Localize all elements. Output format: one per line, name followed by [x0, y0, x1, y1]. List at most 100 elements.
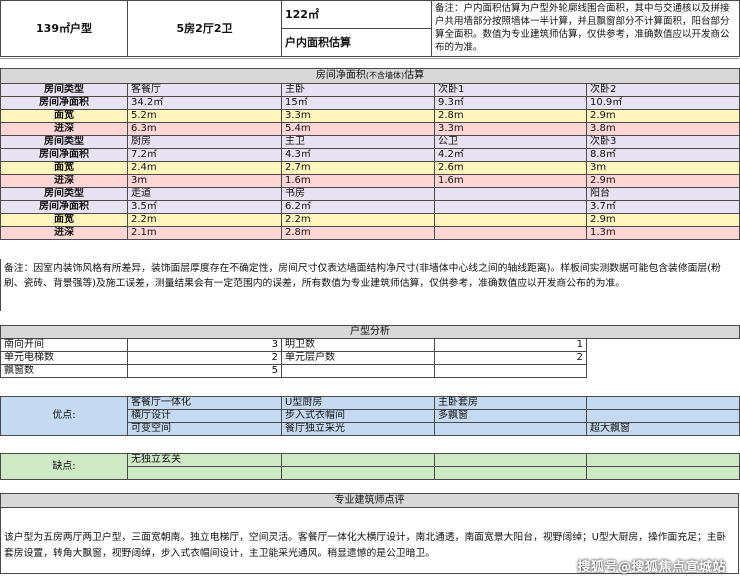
- pros-table: 优点: 客餐厅一体化 U型厨房 主卧套房 横厅设计 步入式衣帽间 多飘窗 可变空间 餐厅独立采光…: [0, 396, 740, 436]
- area-value: 122㎡: [281, 0, 432, 29]
- analysis-left-value: 3: [127, 338, 282, 352]
- cons-item: [586, 453, 740, 467]
- room-area-cell: 34.2㎡: [127, 96, 282, 110]
- table-row: 进深 3m 1.6m 1.6m 2.9m: [0, 174, 740, 188]
- pros-item: U型厨房: [281, 396, 435, 410]
- row-label: 面宽: [0, 161, 128, 175]
- room-width-cell: 2.4m: [127, 161, 282, 175]
- pros-label: 优点:: [0, 396, 128, 436]
- table-row: 单元电梯数 2 单元层户数 2: [0, 351, 740, 365]
- analysis-right-label: 明卫数: [281, 338, 435, 352]
- table-row: 房间净面积 3.5㎡ 6.2㎡ 3.7㎡: [0, 200, 740, 214]
- room-width-cell: 3m: [585, 161, 740, 175]
- analysis-right-label: 单元层户数: [281, 351, 435, 365]
- cons-item: [434, 466, 587, 480]
- room-depth-cell: [434, 226, 587, 240]
- room-area-cell: 9.3㎡: [434, 96, 587, 110]
- cons-item: [434, 453, 587, 467]
- room-width-cell: 2.8m: [434, 109, 587, 123]
- table-row: 飘窗数 5: [0, 364, 740, 378]
- room-area-cell: 4.3㎡: [281, 148, 435, 162]
- room-area-cell: 3.5㎡: [127, 200, 282, 214]
- row-label: 进深: [0, 122, 128, 136]
- room-depth-cell: 3.8m: [585, 122, 740, 136]
- header-table: 139㎡户型 5房2厅2卫 122㎡ 备注：户内面积估算为户型外轮廓线围合面积，…: [0, 0, 740, 57]
- room-depth-cell: 2.1m: [127, 226, 282, 240]
- layout: 5房2厅2卫: [127, 0, 282, 57]
- net-area-body: 房间类型 客餐厅 主卧 次卧1 次卧2 房间净面积 34.2㎡ 15㎡ 9.3㎡ 10.9㎡ 面宽 5…: [0, 83, 740, 240]
- divider: [0, 58, 739, 59]
- cons-item: [127, 466, 282, 480]
- room-type-cell: 次卧1: [434, 83, 587, 97]
- pros-item: 横厅设计: [127, 409, 282, 423]
- analysis-title: 户型分析: [0, 325, 740, 339]
- room-width-cell: [434, 213, 587, 227]
- analysis-left-value: 2: [127, 351, 282, 365]
- table-row: 房间净面积 7.2㎡ 4.3㎡ 4.2㎡ 8.8㎡: [0, 148, 740, 162]
- header-note: 备注：户内面积估算为户型外轮廓线围合面积，其中与交通核以及拼接户共用墙部分按照墙…: [431, 0, 740, 57]
- room-depth-cell: 6.3m: [127, 122, 282, 136]
- table-row: 优点: 客餐厅一体化 U型厨房 主卧套房: [0, 396, 740, 436]
- cons-body: 缺点: 无独立玄关: [0, 453, 740, 480]
- table-row: 面宽 2.4m 2.7m 2.6m 3m: [0, 161, 740, 175]
- analysis-right-value: 1: [434, 338, 587, 352]
- unit-type: 139㎡户型: [0, 0, 128, 57]
- room-depth-cell: 3.3m: [434, 122, 587, 136]
- analysis-left-label: 南向开间: [0, 338, 128, 352]
- room-area-cell: 8.8㎡: [585, 148, 740, 162]
- room-depth-cell: 1.6m: [434, 174, 587, 188]
- row-label: 房间类型: [0, 187, 128, 201]
- room-depth-cell: 1.6m: [281, 174, 435, 188]
- row-label: 房间净面积: [0, 200, 128, 214]
- room-area-cell: [434, 200, 587, 214]
- room-type-cell: 书房: [281, 187, 435, 201]
- table-row: 缺点: 无独立玄关: [0, 453, 740, 480]
- area-label: 户内面积估算: [281, 28, 432, 57]
- room-type-cell: 公卫: [434, 135, 587, 149]
- table-row: 房间净面积 34.2㎡ 15㎡ 9.3㎡ 10.9㎡: [0, 96, 740, 110]
- room-area-cell: 3.7㎡: [585, 200, 740, 214]
- row-label: 房间净面积: [0, 96, 128, 110]
- row-label: 房间类型: [0, 83, 128, 97]
- table-row: 房间类型 走道 书房 阳台: [0, 187, 740, 201]
- analysis-right-value: [434, 364, 587, 378]
- table-row: 面宽 5.2m 3.3m 2.8m 2.9m: [0, 109, 740, 123]
- room-area-cell: 10.9㎡: [585, 96, 740, 110]
- room-width-cell: 2.7m: [281, 161, 435, 175]
- room-type-cell: 走道: [127, 187, 282, 201]
- row-label: 房间类型: [0, 135, 128, 149]
- note-measurement: 备注：因室内装饰风格有所差异，装饰面层厚度存在不确定性，房间尺寸仅表达墙面结构净…: [0, 259, 740, 311]
- pros-item: 可变空间: [127, 422, 282, 436]
- room-width-cell: 5.2m: [127, 109, 282, 123]
- pros-item: 超大飘窗: [586, 422, 740, 436]
- net-area-title: 房间净面积(不含墙体)估算: [0, 68, 740, 84]
- empty-cell: [587, 339, 740, 352]
- table-row: 进深 6.3m 5.4m 3.3m 3.8m: [0, 122, 740, 136]
- pros-item: [434, 422, 587, 436]
- room-type-cell: 主卫: [281, 135, 435, 149]
- table-row: 进深 2.1m 2.8m 1.3m: [0, 226, 740, 240]
- room-type-cell: 客餐厅: [127, 83, 282, 97]
- table-row: 房间类型 厨房 主卫 公卫 次卧3: [0, 135, 740, 149]
- room-area-cell: 6.2㎡: [281, 200, 435, 214]
- room-type-cell: 阳台: [585, 187, 740, 201]
- room-width-cell: 2.2m: [127, 213, 282, 227]
- review-title-table: 专业建筑师点评: [0, 493, 739, 508]
- room-type-cell: 次卧3: [585, 135, 740, 149]
- cons-item: [586, 466, 740, 480]
- room-width-cell: 3.3m: [281, 109, 435, 123]
- empty-cell: [587, 365, 740, 378]
- table-row: 南向开间 3 明卫数 1: [0, 338, 740, 352]
- row-label: 面宽: [0, 109, 128, 123]
- cons-item: [281, 453, 435, 467]
- room-area-cell: 15㎡: [281, 96, 435, 110]
- spreadsheet: { "header": { "unit_type": "139㎡户型", "la…: [0, 0, 740, 583]
- analysis-left-label: 飘窗数: [0, 364, 128, 378]
- cons-item: [281, 466, 435, 480]
- analysis-right-label: [281, 364, 435, 378]
- pros-item: 餐厅独立采光: [281, 422, 435, 436]
- pros-item: [586, 396, 740, 410]
- net-area-table: 房间净面积(不含墙体)估算 房间类型 客餐厅 主卧 次卧1 次卧2 房间净面积 34.2㎡ 1…: [0, 68, 740, 240]
- cons-label: 缺点:: [0, 453, 128, 480]
- pros-item: 步入式衣帽间: [281, 409, 435, 423]
